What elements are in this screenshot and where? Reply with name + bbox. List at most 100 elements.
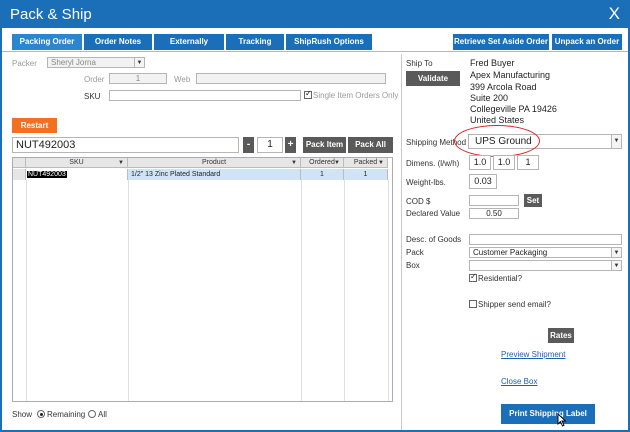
- column-header-product-label: Product: [201, 159, 227, 166]
- web-label: Web: [174, 75, 191, 84]
- table-row[interactable]: NUT492003: [26, 169, 128, 180]
- rates-button[interactable]: Rates: [548, 328, 574, 343]
- packer-value: Sheryl Jorna: [51, 58, 96, 67]
- desc-goods-input[interactable]: [469, 234, 622, 245]
- order-items-grid: SKU ▼ Product ▼ Ordered ▼ Packed ▼ NUT492003…: [12, 157, 393, 402]
- column-header-product[interactable]: Product ▼: [128, 158, 301, 168]
- retrieve-set-aside-order-button[interactable]: Retrieve Set Aside Order: [453, 34, 549, 50]
- single-item-label: Single Item Orders Only: [313, 91, 399, 100]
- cod-input[interactable]: [469, 195, 519, 206]
- chevron-down-icon: ▼: [134, 58, 144, 67]
- cell-ordered[interactable]: 1: [301, 169, 344, 180]
- declared-value-input[interactable]: 0.50: [469, 208, 519, 219]
- tab-shiprush-options[interactable]: ShipRush Options: [286, 34, 372, 50]
- address-line: Collegeville PA 19426: [470, 104, 557, 114]
- tab-packing-order[interactable]: Packing Order: [12, 34, 82, 50]
- grid-line: [26, 180, 27, 401]
- pack-item-button[interactable]: Pack Item: [303, 137, 346, 153]
- address-line: Apex Manufacturing: [470, 70, 551, 80]
- grid-line: [344, 180, 345, 401]
- cell-product[interactable]: 1/2" 13 Zinc Plated Standard: [128, 169, 301, 180]
- close-icon[interactable]: X: [609, 4, 620, 24]
- show-all-radio[interactable]: [88, 410, 96, 418]
- grid-line: [388, 180, 389, 401]
- ship-to-label: Ship To: [406, 59, 433, 68]
- weight-label: Weight-lbs.: [406, 178, 446, 187]
- window-title: Pack & Ship: [10, 6, 92, 23]
- order-field[interactable]: 1: [109, 73, 167, 84]
- box-label: Box: [406, 261, 420, 270]
- row-header-corner: [13, 158, 26, 168]
- width-input[interactable]: 1.0: [493, 155, 515, 170]
- chevron-down-icon: ▼: [118, 160, 124, 166]
- order-label: Order: [84, 75, 105, 84]
- scan-input[interactable]: NUT492003: [12, 137, 239, 153]
- unpack-order-button[interactable]: Unpack an Order: [552, 34, 622, 50]
- column-header-sku[interactable]: SKU ▼: [26, 158, 128, 168]
- cell-packed[interactable]: 1: [344, 169, 388, 180]
- shipper-email-label: Shipper send email?: [478, 300, 551, 309]
- tab-tracking[interactable]: Tracking: [226, 34, 284, 50]
- packer-select[interactable]: Sheryl Jorna ▼: [47, 57, 145, 68]
- shipping-method-select[interactable]: UPS Ground ▼: [468, 134, 622, 149]
- length-input[interactable]: 1.0: [469, 155, 491, 170]
- show-remaining-radio[interactable]: [37, 410, 45, 418]
- chevron-down-icon: ▼: [291, 160, 297, 166]
- pack-all-button[interactable]: Pack All: [348, 137, 393, 153]
- pack-label: Pack: [406, 248, 424, 257]
- dimensions-label: Dimens. (l/w/h): [406, 159, 460, 168]
- tab-externally-shipped[interactable]: Externally Shipped: [154, 34, 224, 62]
- column-header-ordered[interactable]: Ordered ▼: [301, 158, 344, 168]
- sku-input[interactable]: [109, 90, 301, 101]
- grid-line: [301, 180, 302, 401]
- address-line: Suite 200: [470, 93, 509, 103]
- pack-ship-window: Pack & Ship X Packing Order Order Notes …: [0, 0, 630, 432]
- declared-value-label: Declared Value: [406, 209, 461, 218]
- print-shipping-label-button[interactable]: Print Shipping Label: [501, 404, 595, 424]
- pack-value: Customer Packaging: [473, 248, 548, 257]
- desc-goods-label: Desc. of Goods: [406, 235, 462, 244]
- restart-button[interactable]: Restart: [12, 118, 57, 133]
- preview-shipment-link[interactable]: Preview Shipment: [501, 350, 565, 359]
- cod-label: COD $: [406, 197, 431, 206]
- shipping-method-value: UPS Ground: [475, 136, 532, 147]
- increment-button[interactable]: +: [285, 137, 296, 153]
- shipping-method-label: Shipping Method: [406, 138, 467, 147]
- cod-set-button[interactable]: Set: [524, 194, 542, 207]
- height-input[interactable]: 1: [517, 155, 539, 170]
- show-remaining-label: Remaining: [47, 410, 86, 419]
- chevron-down-icon: ▼: [378, 160, 384, 166]
- show-all-label: All: [98, 410, 107, 419]
- grid-line: [128, 180, 129, 401]
- address-line: United States: [470, 115, 525, 125]
- pack-select[interactable]: Customer Packaging ▼: [469, 247, 622, 258]
- close-box-link[interactable]: Close Box: [501, 377, 537, 386]
- chevron-down-icon: ▼: [334, 160, 340, 166]
- packer-label: Packer: [12, 59, 37, 68]
- show-label: Show: [12, 410, 33, 419]
- validate-button[interactable]: Validate: [406, 71, 460, 86]
- shipper-email-checkbox[interactable]: [469, 300, 477, 308]
- weight-input[interactable]: 0.03: [469, 174, 497, 189]
- column-header-ordered-label: Ordered: [309, 159, 335, 166]
- quantity-input[interactable]: 1: [257, 137, 283, 153]
- cell-sku: NUT492003: [27, 171, 67, 178]
- column-header-sku-label: SKU: [69, 159, 84, 166]
- sku-label: SKU: [84, 92, 101, 101]
- address-line: Fred Buyer: [470, 58, 515, 68]
- chevron-down-icon: ▼: [611, 248, 621, 257]
- column-header-packed-label: Packed: [353, 159, 378, 166]
- web-field[interactable]: [196, 73, 386, 84]
- title-bar: Pack & Ship X: [2, 2, 628, 28]
- chevron-down-icon: ▼: [611, 261, 621, 270]
- residential-label: Residential?: [478, 274, 523, 283]
- single-item-checkbox[interactable]: [304, 89, 312, 99]
- box-select[interactable]: ▼: [469, 260, 622, 271]
- tab-order-notes[interactable]: Order Notes: [84, 34, 152, 50]
- tab-bar: Packing Order Order Notes Externally Shi…: [2, 32, 628, 62]
- column-header-packed[interactable]: Packed ▼: [344, 158, 388, 168]
- residential-checkbox[interactable]: [469, 272, 477, 282]
- decrement-button[interactable]: -: [243, 137, 254, 153]
- mouse-pointer-icon: [557, 413, 567, 427]
- address-line: 399 Arcola Road: [470, 82, 537, 92]
